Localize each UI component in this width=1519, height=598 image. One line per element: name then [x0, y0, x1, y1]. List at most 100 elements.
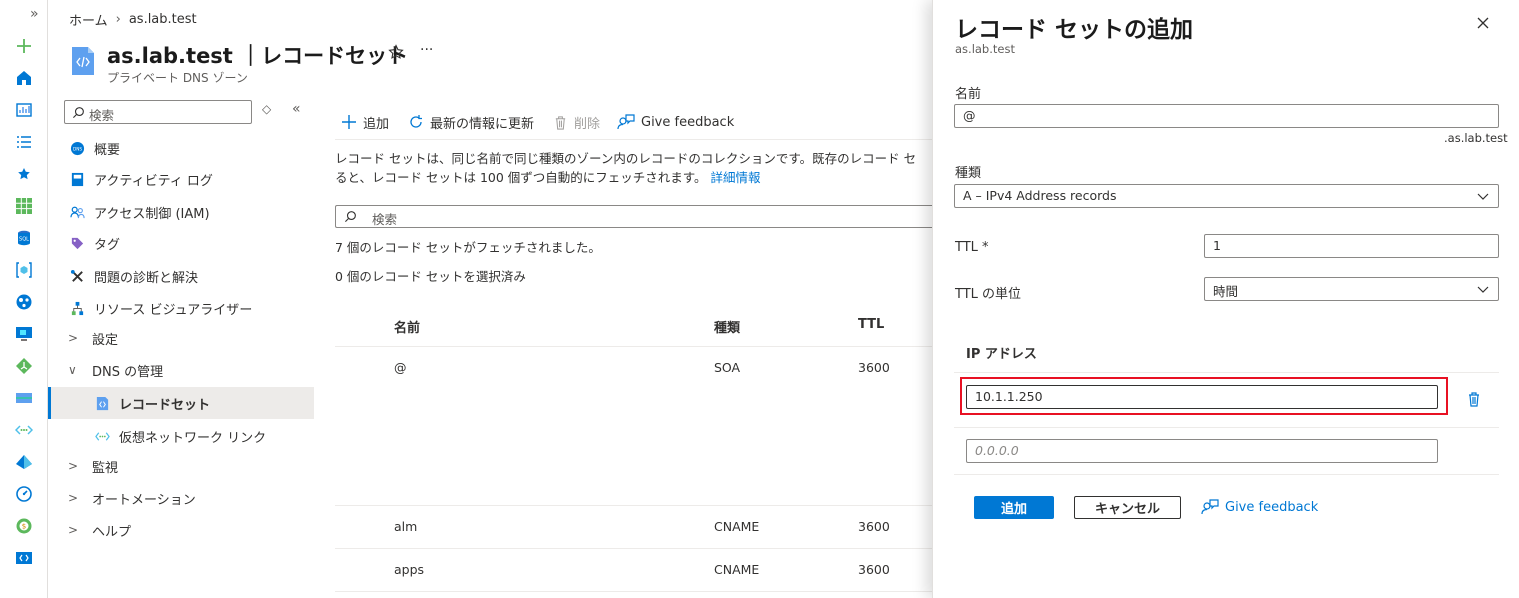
type-label: 種類 [955, 166, 982, 181]
sidebar-item-label: タグ [94, 237, 121, 253]
name-input[interactable]: @ [954, 104, 1499, 128]
panel-subtitle: as.lab.test [955, 42, 1015, 56]
favorites-star-icon[interactable] [14, 164, 34, 184]
breadcrumb-home[interactable]: ホーム [69, 10, 108, 29]
type-select[interactable]: A – IPv4 Address records [954, 184, 1499, 208]
sidebar-search-input[interactable]: 検索 [64, 100, 252, 124]
breadcrumb-separator: › [115, 12, 121, 27]
record-search-input[interactable]: 検索 [335, 205, 935, 228]
sidebar-item-monitoring[interactable]: > 監視 [68, 451, 118, 481]
row-divider [335, 591, 932, 592]
give-feedback-button[interactable]: Give feedback [617, 111, 734, 133]
sidebar-item-label: 設定 [92, 332, 119, 348]
storage-icon[interactable] [14, 388, 34, 408]
dns-zone-resource-icon [70, 46, 96, 76]
feedback-icon [617, 113, 635, 131]
sidebar-item-access-control[interactable]: アクセス制御 (IAM) [68, 197, 210, 227]
header-divider [335, 346, 932, 347]
cancel-button[interactable]: キャンセル [1074, 496, 1181, 519]
app-services-icon[interactable] [14, 292, 34, 312]
collapse-sidebar-icon[interactable]: « [292, 101, 301, 117]
zone-suffix: .as.lab.test [1444, 131, 1508, 145]
sidebar-item-tags[interactable]: タグ [68, 228, 120, 258]
refresh-button[interactable]: 最新の情報に更新 [408, 111, 534, 133]
virtual-machine-icon[interactable] [14, 324, 34, 344]
sidebar-item-activity-log[interactable]: アクティビティ ログ [68, 164, 213, 194]
resource-group-icon[interactable] [14, 260, 34, 280]
sidebar-item-virtual-network-links[interactable]: 仮想ネットワーク リンク [93, 421, 266, 451]
name-input-value: @ [963, 108, 976, 123]
description-line-1: レコード セットは、同じ名前で同じ種類のゾーン内のレコードのコレクションです。既… [335, 151, 917, 166]
panel-give-feedback-button[interactable]: Give feedback [1201, 498, 1318, 516]
sidebar-item-record-sets[interactable]: レコードセット [93, 388, 210, 418]
delete-button-label: 削除 [574, 116, 601, 132]
svg-text:$: $ [22, 523, 26, 531]
dashboard-icon[interactable] [14, 100, 34, 120]
chevron-down-icon [1477, 193, 1489, 200]
dns-zone-icon[interactable] [14, 548, 34, 568]
sql-icon[interactable]: SQL [14, 228, 34, 248]
visualizer-icon [68, 299, 86, 317]
home-icon[interactable] [14, 68, 34, 88]
all-resources-icon[interactable] [14, 196, 34, 216]
column-header-name[interactable]: 名前 [394, 317, 420, 336]
row-name[interactable]: alm [394, 519, 417, 534]
ttl-input[interactable]: 1 [1204, 234, 1499, 258]
overview-icon: DNS [68, 139, 86, 157]
sidebar-item-label: 監視 [92, 460, 119, 476]
activity-log-icon [68, 170, 86, 188]
sidebar-item-automation[interactable]: > オートメーション [68, 483, 196, 513]
svg-text:DNS: DNS [72, 146, 81, 151]
filter-options-icon[interactable]: ◇ [262, 102, 271, 116]
give-feedback-label: Give feedback [641, 114, 735, 130]
sidebar-item-diagnose[interactable]: 問題の診断と解決 [68, 261, 198, 291]
more-options-icon[interactable]: ··· [420, 42, 433, 58]
row-name[interactable]: apps [394, 562, 424, 577]
ip-address-input[interactable]: 10.1.1.250 [966, 385, 1438, 409]
trash-icon [553, 115, 568, 130]
column-header-type[interactable]: 種類 [714, 317, 740, 336]
page-title: as.lab.test ｜レコードセット [107, 44, 409, 68]
sidebar-item-label: DNS の管理 [92, 364, 164, 380]
sidebar-item-help[interactable]: > ヘルプ [68, 515, 131, 545]
sidebar-item-label: アクティビティ ログ [94, 173, 213, 189]
network-link-icon [93, 427, 111, 445]
chevron-down-icon: ∨ [68, 363, 77, 377]
left-rail: » SQL $ [0, 0, 48, 598]
description-text: ると、レコード セットは 100 個ずつ自動的にフェッチされます。 [335, 170, 707, 185]
all-services-icon[interactable] [14, 132, 34, 152]
monitor-icon[interactable] [14, 484, 34, 504]
sidebar-search-placeholder: 検索 [89, 108, 115, 123]
plus-icon[interactable] [14, 36, 34, 56]
add-record-button[interactable]: 追加 [974, 496, 1054, 519]
add-button[interactable]: 追加 [341, 111, 389, 133]
svg-text:SQL: SQL [19, 237, 29, 243]
row-name[interactable]: @ [394, 360, 407, 375]
delete-ip-button[interactable] [1466, 391, 1482, 411]
new-ip-address-input[interactable]: 0.0.0.0 [966, 439, 1438, 463]
sidebar-item-settings[interactable]: > 設定 [68, 323, 118, 353]
sidebar-item-resource-visualizer[interactable]: リソース ビジュアライザー [68, 293, 252, 323]
sidebar-item-overview[interactable]: DNS 概要 [68, 133, 120, 163]
breadcrumb-current[interactable]: as.lab.test [129, 12, 197, 27]
favorite-star-icon[interactable] [388, 44, 404, 64]
load-balancer-icon[interactable] [14, 356, 34, 376]
close-icon[interactable] [1476, 16, 1490, 34]
chevron-right-icon: > [68, 459, 79, 473]
selected-count: 0 個のレコード セットを選択済み [335, 269, 526, 284]
search-icon [344, 211, 356, 223]
expand-rail-button[interactable]: » [30, 6, 39, 22]
name-label: 名前 [955, 87, 982, 102]
cost-management-icon[interactable]: $ [14, 516, 34, 536]
fetched-count: 7 個のレコード セットがフェッチされました。 [335, 240, 601, 255]
azure-ad-icon[interactable] [14, 452, 34, 472]
chevron-right-icon: > [68, 331, 79, 345]
sidebar-item-dns-management[interactable]: ∨ DNS の管理 [68, 355, 163, 385]
column-header-ttl[interactable]: TTL [858, 317, 884, 332]
delete-button[interactable]: 削除 [553, 111, 600, 133]
virtual-network-icon[interactable] [14, 420, 34, 440]
learn-more-link[interactable]: 詳細情報 [711, 170, 761, 185]
ttl-unit-value: 時間 [1213, 284, 1239, 299]
panel-give-feedback-label: Give feedback [1225, 499, 1319, 515]
ttl-unit-select[interactable]: 時間 [1204, 277, 1499, 301]
